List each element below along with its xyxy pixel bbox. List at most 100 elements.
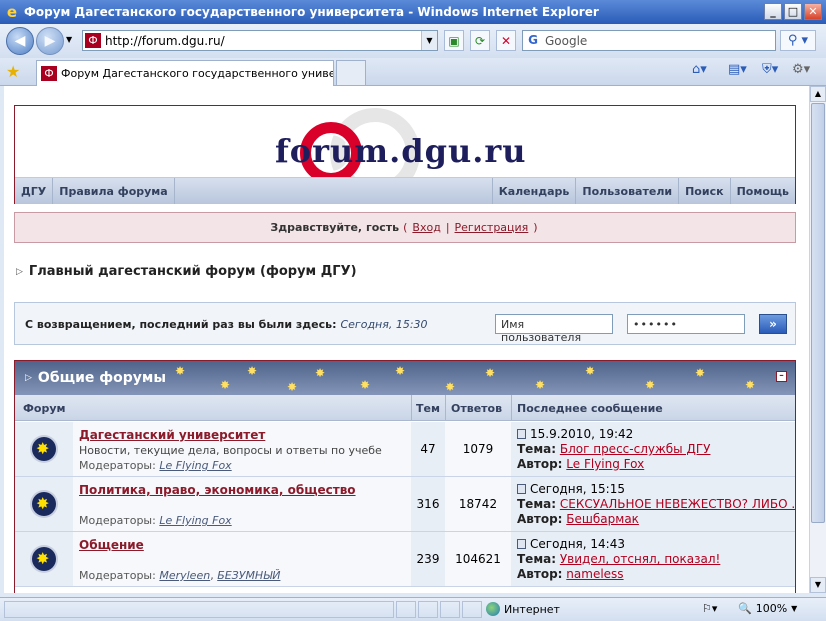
navigation-bar: ◀ ▶ ▼ Ф http://forum.dgu.ru/ ▼ ▣ ⟳ ✕ G G… xyxy=(0,24,826,58)
minimize-category-icon[interactable]: – xyxy=(776,371,787,382)
last-visit-label: С возвращением, последний раз вы были зд… xyxy=(25,318,337,331)
last-visit-time: Сегодня, 15:30 xyxy=(340,318,428,331)
moderator-link[interactable]: Meryleen xyxy=(159,569,210,582)
nav-rules[interactable]: Правила форума xyxy=(53,178,175,204)
favorites-star-icon[interactable]: ★ xyxy=(6,62,20,81)
logo-text: forum.dgu.ru xyxy=(275,132,527,170)
stop-icon[interactable]: ✕ xyxy=(496,30,516,51)
replies-count: 1079 xyxy=(445,422,511,476)
nav-search[interactable]: Поиск xyxy=(679,178,731,204)
replies-count: 18742 xyxy=(445,477,511,531)
forum-status-icon xyxy=(32,547,56,571)
post-document-icon[interactable] xyxy=(517,539,526,549)
login-link[interactable]: Вход xyxy=(412,221,440,234)
register-link[interactable]: Регистрация xyxy=(455,221,529,234)
last-topic-link[interactable]: СЕКСУАЛЬНОЕ НЕВЕЖЕСТВО? ЛИБО ... xyxy=(560,497,795,511)
address-bar[interactable]: Ф http://forum.dgu.ru/ ▼ xyxy=(82,30,438,51)
moderator-link[interactable]: Le Flying Fox xyxy=(159,459,231,472)
tab-bar: ★ Ф Форум Дагестанского государственного… xyxy=(0,58,826,86)
triangle-right-icon: ▷ xyxy=(16,266,23,277)
forum-title-link[interactable]: Политика, право, экономика, общество xyxy=(79,483,356,497)
google-icon: G xyxy=(528,32,538,47)
home-icon[interactable]: ⌂▾ xyxy=(692,62,707,77)
refresh-icon[interactable]: ⟳ xyxy=(470,30,490,51)
table-row: Общение Модераторы: Meryleen, БЕЗУМНЫЙ 2… xyxy=(15,532,795,587)
scroll-down-icon[interactable]: ▼ xyxy=(810,577,826,593)
table-row: Политика, право, экономика, общество Мод… xyxy=(15,477,795,532)
address-url[interactable]: http://forum.dgu.ru/ xyxy=(105,34,225,48)
last-author-link[interactable]: Le Flying Fox xyxy=(566,457,644,471)
scroll-up-icon[interactable]: ▲ xyxy=(810,86,826,102)
safety-icon[interactable]: ⛨▾ xyxy=(762,62,778,77)
feeds-icon[interactable]: ▤▾ xyxy=(728,62,747,77)
new-tab-button[interactable] xyxy=(336,60,366,86)
back-button[interactable]: ◀ xyxy=(6,27,34,55)
password-input[interactable]: •••••• xyxy=(627,314,745,334)
table-row: Дагестанский университет Новости, текущи… xyxy=(15,422,795,477)
zoom-icon: 🔍 xyxy=(738,602,752,615)
search-button[interactable]: ⚲ ▾ xyxy=(780,30,816,51)
window-titlebar: e Форум Дагестанского государственного у… xyxy=(0,0,826,24)
post-document-icon[interactable] xyxy=(517,484,526,494)
tab-forum[interactable]: Ф Форум Дагестанского государственного у… xyxy=(36,60,334,86)
close-button[interactable]: ✕ xyxy=(804,3,822,20)
scroll-thumb[interactable] xyxy=(811,103,825,523)
security-zone: Интернет xyxy=(504,602,560,616)
tools-gear-icon[interactable]: ⚙▾ xyxy=(792,62,810,77)
category-title[interactable]: Общие форумы xyxy=(38,370,166,386)
nav-calendar[interactable]: Календарь xyxy=(493,178,577,204)
tab-favicon-icon: Ф xyxy=(41,66,57,81)
forward-button[interactable]: ▶ xyxy=(36,27,64,55)
col-last-post: Последнее сообщение xyxy=(517,402,663,415)
collapse-triangle-icon: ▷ xyxy=(25,373,32,383)
last-topic-link[interactable]: Увидел, отснял, показал! xyxy=(560,552,720,566)
address-dropdown-icon[interactable]: ▼ xyxy=(421,31,437,50)
table-header: Форум Тем Ответов Последнее сообщение xyxy=(15,395,795,421)
username-input[interactable]: Имя пользователя xyxy=(495,314,613,344)
nav-dgu[interactable]: ДГУ xyxy=(15,178,54,204)
replies-count: 104621 xyxy=(445,532,511,586)
moderator-link[interactable]: Le Flying Fox xyxy=(159,514,231,527)
last-post: Сегодня, 14:43 Тема: Увидел, отснял, пок… xyxy=(511,532,795,586)
forum-title-link[interactable]: Дагестанский университет xyxy=(79,428,265,442)
moderator-link[interactable]: БЕЗУМНЫЙ xyxy=(217,569,280,582)
vertical-scrollbar[interactable]: ▲ ▼ xyxy=(809,86,826,593)
protected-mode-icon[interactable]: ⚐▾ xyxy=(702,602,717,615)
last-author-link[interactable]: nameless xyxy=(566,567,623,581)
forum-description: Новости, текущие дела, вопросы и ответы … xyxy=(79,444,382,457)
topics-count: 239 xyxy=(411,532,445,586)
zoom-dropdown-icon[interactable]: ▼ xyxy=(791,604,797,613)
login-bar: С возвращением, последний раз вы были зд… xyxy=(14,302,796,345)
forum-status-icon xyxy=(32,492,56,516)
col-topics: Тем xyxy=(416,402,440,415)
zoom-control[interactable]: 🔍 100% ▼ xyxy=(738,602,797,615)
last-author-link[interactable]: Бешбармак xyxy=(566,512,639,526)
compatibility-icon[interactable]: ▣ xyxy=(444,30,464,51)
site-favicon-icon: Ф xyxy=(85,33,101,48)
col-replies: Ответов xyxy=(451,402,503,415)
history-dropdown-icon[interactable]: ▼ xyxy=(66,35,72,44)
internet-zone-icon xyxy=(486,602,500,616)
forum-status-icon xyxy=(32,437,56,461)
topics-count: 316 xyxy=(411,477,445,531)
search-box[interactable]: G Google xyxy=(522,30,776,51)
minimize-button[interactable]: _ xyxy=(764,3,782,20)
category-header: ✸ ✸ ✸ ✸ ✸ ✸ ✸ ✸ ✸ ✸ ✸ ✸ ✸ ✸ ▷ Общие форумы – xyxy=(15,361,795,395)
tab-title: Форум Дагестанского государственного уни… xyxy=(61,67,333,80)
window-title: Форум Дагестанского государственного уни… xyxy=(24,5,599,19)
status-bar: Интернет ⚐▾ 🔍 100% ▼ xyxy=(0,597,826,621)
maximize-button[interactable]: □ xyxy=(784,3,802,20)
breadcrumb-title[interactable]: Главный дагестанский форум (форум ДГУ) xyxy=(29,264,357,279)
breadcrumb: ▷ Главный дагестанский форум (форум ДГУ) xyxy=(16,264,357,279)
zoom-level: 100% xyxy=(755,602,788,615)
forum-title-link[interactable]: Общение xyxy=(79,538,144,552)
post-document-icon[interactable] xyxy=(517,429,526,439)
category-block: ✸ ✸ ✸ ✸ ✸ ✸ ✸ ✸ ✸ ✸ ✸ ✸ ✸ ✸ ▷ Общие форумы – Фо… xyxy=(14,360,796,593)
nav-users[interactable]: Пользователи xyxy=(576,178,680,204)
login-submit-button[interactable]: » xyxy=(759,314,787,334)
last-topic-link[interactable]: Блог пресс-службы ДГУ xyxy=(560,442,711,456)
nav-help[interactable]: Помощь xyxy=(731,178,795,204)
welcome-bar: Здравствуйте, гость ( Вход | Регистрация… xyxy=(14,212,796,243)
forum-logo[interactable]: forum.dgu.ru xyxy=(275,108,545,198)
search-input[interactable]: Google xyxy=(545,34,587,48)
